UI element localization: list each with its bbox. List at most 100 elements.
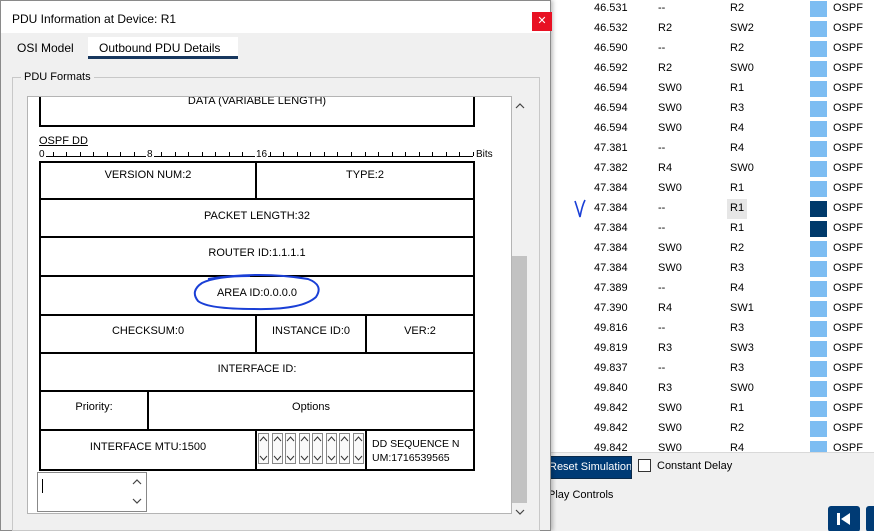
ruler-tick bbox=[459, 152, 460, 156]
pdu-value-input[interactable] bbox=[37, 472, 147, 512]
event-last-device: -- bbox=[658, 362, 666, 374]
event-row[interactable]: 47.384 SW0 R2 OSPF bbox=[548, 239, 874, 259]
event-row[interactable]: 49.816 -- R3 OSPF bbox=[548, 319, 874, 339]
event-type: OSPF bbox=[833, 362, 863, 374]
event-color-swatch[interactable] bbox=[810, 441, 827, 452]
event-at-device: SW2 bbox=[730, 22, 754, 34]
event-row[interactable]: 46.590 -- R2 OSPF bbox=[548, 39, 874, 59]
flag-spinner[interactable] bbox=[271, 433, 283, 464]
scroll-down-icon[interactable] bbox=[515, 508, 525, 516]
event-color-swatch[interactable] bbox=[810, 221, 827, 237]
event-row[interactable]: 47.384 SW0 R1 OSPF bbox=[548, 179, 874, 199]
event-color-swatch[interactable] bbox=[810, 381, 827, 397]
ruler-tick bbox=[351, 152, 352, 156]
ruler-tick bbox=[215, 152, 216, 156]
event-time: 47.390 bbox=[594, 302, 628, 314]
event-row[interactable]: 47.382 R4 SW0 OSPF bbox=[548, 159, 874, 179]
event-time: 47.389 bbox=[594, 282, 628, 294]
event-at-device: R1 bbox=[730, 222, 745, 234]
event-color-swatch[interactable] bbox=[810, 101, 827, 117]
spinner-arrows-icon bbox=[327, 436, 335, 461]
event-time: 46.531 bbox=[594, 2, 628, 14]
event-color-swatch[interactable] bbox=[810, 361, 827, 377]
event-at-device: R3 bbox=[730, 102, 745, 114]
event-at-device: R1 bbox=[730, 82, 745, 94]
back-button[interactable] bbox=[828, 506, 860, 531]
event-row[interactable]: 47.384 SW0 R3 OSPF bbox=[548, 259, 874, 279]
scroll-up-icon[interactable] bbox=[515, 102, 525, 110]
event-row[interactable]: 47.381 -- R4 OSPF bbox=[548, 139, 874, 159]
flag-spinner[interactable] bbox=[258, 433, 269, 464]
close-icon: ✕ bbox=[537, 15, 547, 27]
event-color-swatch[interactable] bbox=[810, 41, 827, 57]
event-row[interactable]: 46.594 SW0 R1 OSPF bbox=[548, 79, 874, 99]
event-type: OSPF bbox=[833, 122, 863, 134]
tab-osi-model[interactable]: OSI Model bbox=[17, 37, 74, 59]
flag-spinner[interactable] bbox=[339, 433, 350, 464]
event-type: OSPF bbox=[833, 42, 863, 54]
event-color-swatch[interactable] bbox=[810, 141, 827, 157]
reset-simulation-button[interactable]: Reset Simulation bbox=[548, 456, 632, 479]
event-row[interactable]: 46.531 -- R2 OSPF bbox=[548, 0, 874, 19]
event-color-swatch[interactable] bbox=[810, 61, 827, 77]
event-color-swatch[interactable] bbox=[810, 281, 827, 297]
constant-delay-checkbox[interactable] bbox=[638, 459, 651, 472]
event-row[interactable]: 49.842 SW0 R2 OSPF bbox=[548, 419, 874, 439]
event-color-swatch[interactable] bbox=[810, 321, 827, 337]
event-row[interactable]: 49.842 SW0 R4 OSPF bbox=[548, 439, 874, 452]
event-row[interactable]: 49.842 SW0 R1 OSPF bbox=[548, 399, 874, 419]
flag-spinner[interactable] bbox=[312, 433, 323, 464]
event-row[interactable]: 47.389 -- R4 OSPF bbox=[548, 279, 874, 299]
event-at-device: R2 bbox=[730, 42, 745, 54]
spinner-arrows-icon bbox=[340, 436, 349, 461]
event-row[interactable]: 47.390 R4 SW1 OSPF bbox=[548, 299, 874, 319]
event-color-swatch[interactable] bbox=[810, 421, 827, 437]
event-time: 49.837 bbox=[594, 362, 628, 374]
event-color-swatch[interactable] bbox=[810, 301, 827, 317]
tab-outbound-pdu-details[interactable]: Outbound PDU Details bbox=[88, 37, 238, 59]
event-at-device: R1 bbox=[730, 402, 745, 414]
options-field: Options bbox=[147, 390, 475, 431]
event-color-swatch[interactable] bbox=[810, 21, 827, 37]
event-row[interactable]: 46.594 SW0 R3 OSPF bbox=[548, 99, 874, 119]
event-color-swatch[interactable] bbox=[810, 121, 827, 137]
event-color-swatch[interactable] bbox=[810, 81, 827, 97]
close-button[interactable]: ✕ bbox=[532, 12, 552, 31]
event-time: 47.384 bbox=[594, 222, 628, 234]
dd-sequence-text: DD SEQUENCE N UM:1716539565 bbox=[372, 437, 460, 465]
event-color-swatch[interactable] bbox=[810, 341, 827, 357]
event-color-swatch[interactable] bbox=[810, 401, 827, 417]
event-time: 49.819 bbox=[594, 342, 628, 354]
event-row[interactable]: 46.594 SW0 R4 OSPF bbox=[548, 119, 874, 139]
event-row[interactable]: 46.532 R2 SW2 OSPF bbox=[548, 19, 874, 39]
title-bar: PDU Information at Device: R1 bbox=[1, 1, 550, 33]
event-color-swatch[interactable] bbox=[810, 181, 827, 197]
flag-spinner[interactable] bbox=[285, 433, 296, 464]
event-row[interactable]: 49.840 R3 SW0 OSPF bbox=[548, 379, 874, 399]
flag-spinner[interactable] bbox=[325, 433, 337, 464]
event-row[interactable]: 46.592 R2 SW0 OSPF bbox=[548, 59, 874, 79]
field-label: Priority: bbox=[75, 401, 113, 413]
event-color-swatch[interactable] bbox=[810, 1, 827, 17]
flag-spinner[interactable] bbox=[352, 433, 364, 464]
event-last-device: -- bbox=[658, 322, 666, 334]
event-row[interactable]: 47.384 -- R1 OSPF bbox=[548, 199, 874, 219]
input-spinner-icon[interactable] bbox=[132, 477, 142, 507]
event-type: OSPF bbox=[833, 82, 863, 94]
field-label: INTERFACE MTU:1500 bbox=[89, 441, 207, 453]
event-color-swatch[interactable] bbox=[810, 261, 827, 277]
skip-back-icon bbox=[837, 513, 850, 525]
event-type: OSPF bbox=[833, 322, 863, 334]
event-color-swatch[interactable] bbox=[810, 161, 827, 177]
event-color-swatch[interactable] bbox=[810, 201, 827, 217]
forward-button[interactable] bbox=[866, 506, 874, 531]
event-color-swatch[interactable] bbox=[810, 241, 827, 257]
flag-spinner[interactable] bbox=[298, 433, 310, 464]
event-row[interactable]: 49.819 R3 SW3 OSPF bbox=[548, 339, 874, 359]
event-row[interactable]: 47.384 -- R1 OSPF bbox=[548, 219, 874, 239]
scrollbar-thumb[interactable] bbox=[512, 256, 527, 503]
event-row[interactable]: 49.837 -- R3 OSPF bbox=[548, 359, 874, 379]
field-label: TYPE:2 bbox=[346, 169, 384, 181]
priority-field: Priority: bbox=[39, 390, 149, 431]
event-at-device: R4 bbox=[730, 122, 745, 134]
